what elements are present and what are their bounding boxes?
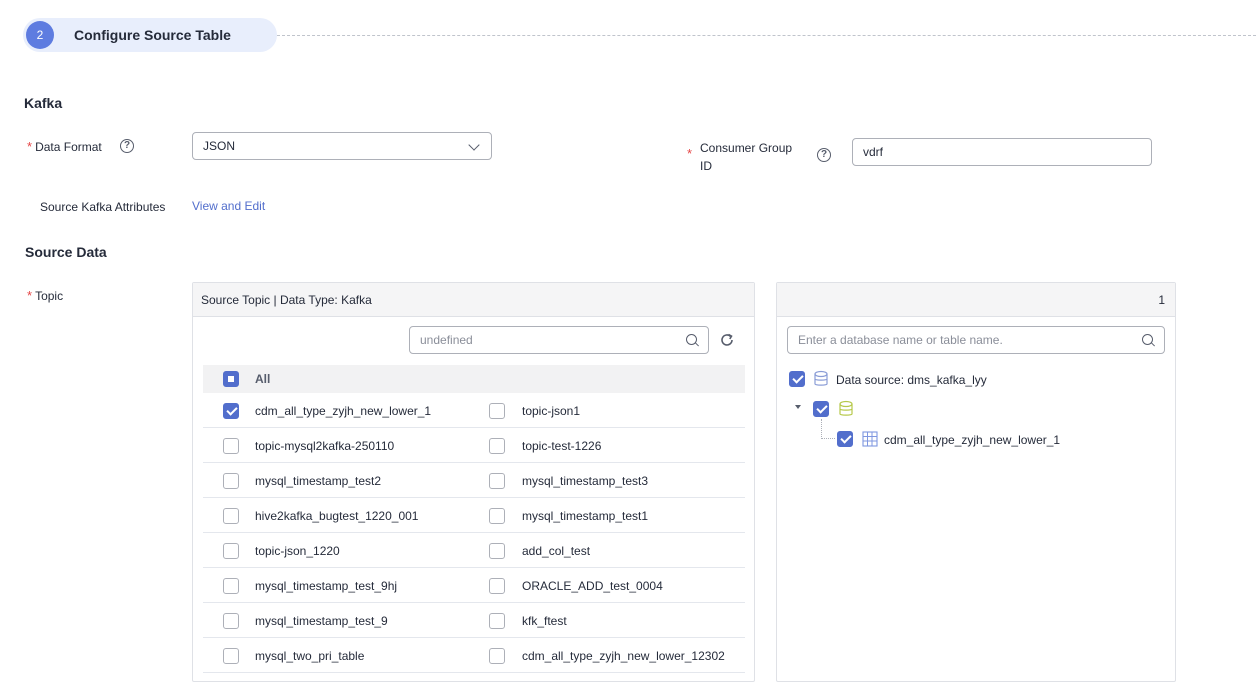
consumer-group-input[interactable]: vdrf (852, 138, 1152, 166)
caret-down-icon[interactable] (795, 405, 801, 409)
topic-name: mysql_timestamp_test_9 (255, 614, 388, 628)
topic-checkbox[interactable] (223, 508, 239, 524)
help-icon[interactable]: ? (120, 139, 134, 153)
data-format-value: JSON (203, 139, 236, 153)
select-all-label: All (255, 372, 271, 386)
data-format-label: * Data Format (27, 139, 102, 154)
topic-checkbox[interactable] (489, 508, 505, 524)
topic-row: mysql_two_pri_table cdm_all_type_zyjh_new… (203, 638, 745, 673)
table-label: cdm_all_type_zyjh_new_lower_1 (884, 433, 1061, 447)
datasource-checkbox[interactable] (789, 371, 805, 387)
topic-name: topic-json1 (522, 404, 581, 418)
topic-row: hive2kafka_bugtest_1220_001 mysql_timesta… (203, 498, 745, 533)
source-topic-panel-header: Source Topic | Data Type: Kafka (193, 283, 754, 317)
topic-name: topic-json_1220 (255, 544, 340, 558)
topic-name: topic-mysql2kafka-250110 (255, 439, 395, 453)
database-checkbox[interactable] (813, 401, 829, 417)
topic-checkbox[interactable] (489, 543, 505, 559)
topic-label: * Topic (27, 288, 64, 303)
topic-checkbox[interactable] (489, 438, 505, 454)
topic-checkbox[interactable] (489, 578, 505, 594)
topic-name: mysql_timestamp_test3 (522, 474, 649, 488)
topic-checkbox[interactable] (489, 473, 505, 489)
step-title: Configure Source Table (74, 27, 231, 43)
source-topic-panel: Source Topic | Data Type: Kafka undefine… (192, 282, 755, 682)
step-number-badge: 2 (26, 21, 54, 49)
topic-name: mysql_two_pri_table (255, 649, 365, 663)
topic-name: add_col_test (522, 544, 591, 558)
topic-row: mysql_timestamp_test_9 kfk_ftest (203, 603, 745, 638)
topic-checkbox[interactable] (223, 438, 239, 454)
table-checkbox[interactable] (837, 431, 853, 447)
topic-checkbox[interactable] (223, 473, 239, 489)
step-divider (277, 35, 1256, 36)
consumer-group-label: * Consumer Group ID (687, 141, 793, 173)
source-data-section-title: Source Data (25, 244, 107, 260)
database-icon (839, 400, 853, 416)
topic-name: cdm_all_type_zyjh_new_lower_12302 (522, 649, 725, 663)
required-marker: * (27, 139, 33, 154)
search-icon[interactable] (1142, 334, 1154, 346)
selected-panel-header: 1 (777, 283, 1175, 317)
topic-row: mysql_timestamp_test2 mysql_timestamp_tes… (203, 463, 745, 498)
datasource-label: Data source: dms_kafka_lyy (836, 373, 987, 387)
required-marker: * (27, 288, 33, 303)
source-kafka-attributes-label: Source Kafka Attributes (40, 200, 166, 214)
topic-name: topic-test-1226 (522, 439, 602, 453)
topic-checkbox[interactable] (489, 613, 505, 629)
topic-row: topic-mysql2kafka-250110 topic-test-1226 (203, 428, 745, 463)
select-all-checkbox[interactable] (223, 371, 239, 387)
topic-name: ORACLE_ADD_test_0004 (522, 579, 663, 593)
topic-checkbox[interactable] (223, 613, 239, 629)
database-icon (814, 370, 828, 386)
topic-row: mysql_timestamp_test_9hj ORACLE_ADD_test_… (203, 568, 745, 603)
tree-connector (821, 419, 835, 439)
table-icon (862, 431, 878, 447)
topic-name: mysql_timestamp_test_9hj (255, 579, 398, 593)
required-marker: * (687, 146, 693, 161)
selected-count: 1 (1158, 292, 1165, 307)
data-format-select[interactable]: JSON (192, 132, 492, 160)
database-search-input[interactable]: Enter a database name or table name. (787, 326, 1165, 354)
topic-row: cdm_all_type_zyjh_new_lower_1 topic-json1 (203, 393, 745, 428)
chevron-down-icon (468, 139, 480, 151)
topic-checkbox[interactable] (489, 648, 505, 664)
help-icon[interactable]: ? (817, 148, 831, 162)
topic-name: hive2kafka_bugtest_1220_001 (255, 509, 419, 523)
topic-checkbox[interactable] (223, 543, 239, 559)
view-and-edit-link[interactable]: View and Edit (192, 199, 265, 213)
step-indicator: 2 Configure Source Table (23, 18, 277, 52)
refresh-icon[interactable] (719, 332, 735, 348)
topic-search-input[interactable]: undefined (409, 326, 709, 354)
topic-name: mysql_timestamp_test1 (522, 509, 649, 523)
kafka-section-title: Kafka (24, 95, 63, 111)
topic-checkbox[interactable] (223, 578, 239, 594)
topic-checkbox[interactable] (223, 403, 239, 419)
topic-checkbox[interactable] (223, 648, 239, 664)
select-all-row[interactable]: All (203, 365, 745, 393)
selected-topics-panel: 1 Enter a database name or table name. D… (776, 282, 1176, 682)
topic-checkbox[interactable] (489, 403, 505, 419)
topic-name: cdm_all_type_zyjh_new_lower_1 (255, 404, 432, 418)
topic-name: kfk_ftest (522, 614, 567, 628)
topic-name: mysql_timestamp_test2 (255, 474, 382, 488)
topic-row: topic-json_1220 add_col_test (203, 533, 745, 568)
search-icon[interactable] (686, 334, 698, 346)
